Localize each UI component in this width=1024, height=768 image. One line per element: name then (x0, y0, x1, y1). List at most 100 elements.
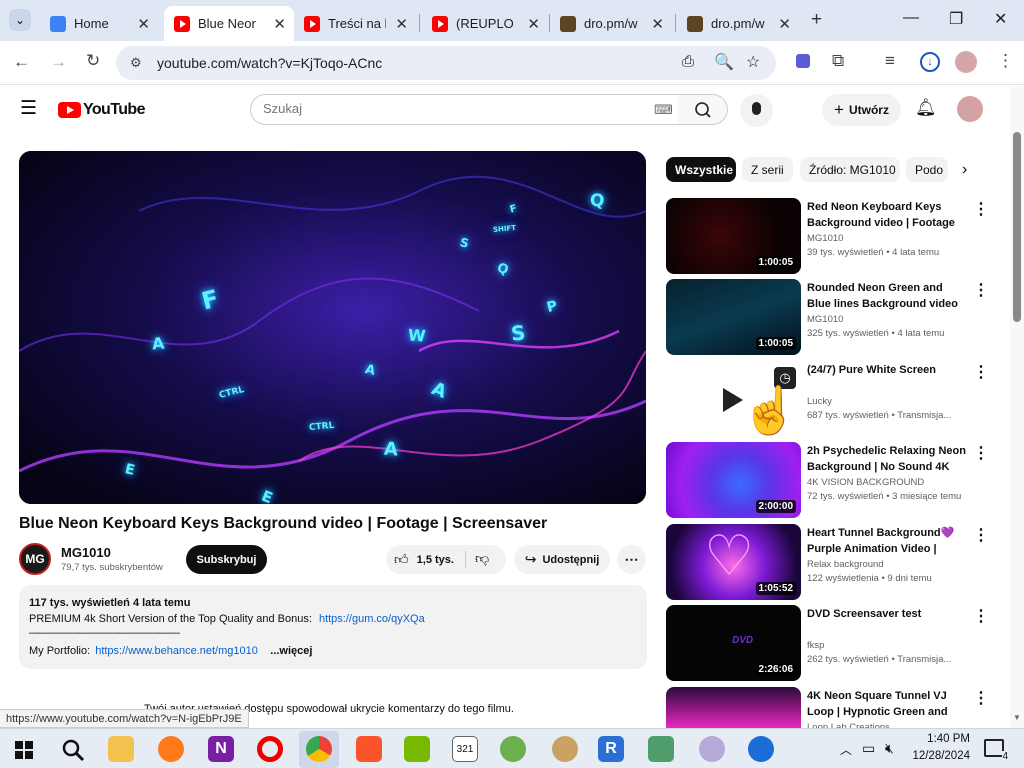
thumbs-down-icon[interactable]: 👎︎ (475, 550, 489, 567)
extensions-puzzle-icon[interactable]: ⧉ (832, 51, 844, 71)
tab-blue-neon[interactable]: Blue Neon ✕ (164, 6, 294, 41)
network-icon[interactable]: ▭ (862, 740, 875, 757)
volume-muted-icon[interactable]: 🔇︎ (885, 740, 894, 757)
tab-reupload[interactable]: (REUPLOA ✕ (422, 6, 548, 41)
brave-icon[interactable] (356, 736, 382, 762)
search-button[interactable] (678, 94, 728, 125)
file-explorer-icon[interactable] (108, 736, 134, 762)
chip-all[interactable]: Wszystkie (666, 157, 736, 182)
recommendation-item[interactable]: 1:00:05 Rounded Neon Green and Blue lines… (666, 279, 1002, 357)
notification-center-icon[interactable]: 4 (984, 739, 1008, 762)
close-tab-icon[interactable]: ✕ (778, 15, 791, 33)
more-vertical-icon[interactable]: ⋮ (973, 280, 989, 300)
recommendation-item[interactable]: DVD 2:26:06 DVD Screensaver test fksp 262 ty… (666, 605, 1002, 683)
ghost-app-icon[interactable] (699, 736, 725, 762)
recommendation-title[interactable]: 2h Psychedelic Relaxing Neon Background … (807, 443, 967, 475)
nvidia-icon[interactable] (404, 736, 430, 762)
recommendation-thumbnail[interactable]: DVD 2:26:06 (666, 605, 801, 681)
recommendation-channel[interactable]: MG1010 (807, 233, 843, 244)
recommendation-thumbnail[interactable]: 1:00:05 (666, 279, 801, 355)
chrome-icon[interactable] (306, 736, 332, 762)
address-bar[interactable]: ⚙ youtube.com/watch?v=KjToqo-ACnc ⎙ 🔍 ☆ (116, 46, 776, 80)
profile-avatar[interactable] (955, 51, 977, 73)
install-app-icon[interactable]: ⎙ (682, 53, 694, 70)
description-box[interactable]: 117 tys. wyświetleń 4 lata temu PREMIUM … (19, 585, 647, 669)
download-icon[interactable]: ↓ (920, 52, 940, 72)
keyboard-icon[interactable]: ⌨ (654, 102, 673, 118)
more-vertical-icon[interactable]: ⋮ (973, 688, 989, 708)
onenote-icon[interactable]: N (208, 736, 234, 762)
gumroad-link[interactable]: https://gum.co/qyXQa (319, 613, 425, 625)
firefox-icon[interactable] (158, 736, 184, 762)
scroll-down-arrow-icon[interactable]: ▼ (1013, 713, 1021, 722)
close-window-icon[interactable]: ✕ (994, 9, 1007, 29)
search-input[interactable] (263, 101, 643, 116)
recommendation-thumbnail[interactable]: ♡ 1:05:52 (666, 524, 801, 600)
more-vertical-icon[interactable]: ⋮ (973, 606, 989, 626)
recommendation-thumbnail[interactable]: 2:00:00 (666, 442, 801, 518)
media-controls-icon[interactable]: ≡ (885, 51, 895, 71)
zoom-icon[interactable]: 🔍 (714, 52, 734, 72)
more-vertical-icon[interactable]: ⋮ (973, 443, 989, 463)
reload-icon[interactable]: ↻ (86, 51, 100, 71)
tray-chevron-up-icon[interactable]: ︿ (840, 741, 852, 758)
more-vertical-icon[interactable]: ⋮ (973, 362, 989, 382)
tab-tresci[interactable]: Treści na k ✕ (294, 6, 416, 41)
utorrent-icon[interactable] (500, 736, 526, 762)
browser-menu-icon[interactable]: ⋮ (997, 51, 1014, 71)
recommendation-channel[interactable]: Lucky (807, 396, 832, 407)
recommendation-item[interactable]: 1:00:05 Red Neon Keyboard Keys Background… (666, 198, 1002, 276)
hamburger-menu-icon[interactable]: ☰ (20, 97, 37, 120)
recommendation-title[interactable]: 4K Neon Square Tunnel VJ Loop | Hypnotic… (807, 688, 967, 720)
recommendation-channel[interactable]: 4K VISION BACKGROUND (807, 477, 924, 488)
opera-icon[interactable] (257, 736, 283, 762)
close-tab-icon[interactable]: ✕ (137, 15, 150, 33)
like-count[interactable]: 1,5 tys. (417, 554, 454, 566)
page-scrollbar[interactable]: ▼ (1010, 86, 1024, 728)
close-tab-icon[interactable]: ✕ (395, 15, 408, 33)
chip-series[interactable]: Z serii (742, 157, 793, 182)
bookmark-star-icon[interactable]: ☆ (746, 52, 760, 72)
show-more-button[interactable]: ...więcej (270, 645, 312, 657)
recommendation-item[interactable]: 2:00:00 2h Psychedelic Relaxing Neon Back… (666, 442, 1002, 520)
create-button[interactable]: + Utwórz (822, 94, 901, 126)
back-arrow-icon[interactable]: ← (13, 52, 30, 72)
recommendation-thumbnail[interactable]: ◷ ☝ (666, 361, 801, 437)
video-player[interactable]: F A Q S Q P S W A A CTRL CTRL A E E F SHIFT (19, 151, 646, 504)
subscribe-button[interactable]: Subskrybuj (186, 545, 267, 574)
more-vertical-icon[interactable]: ⋮ (973, 525, 989, 545)
more-vertical-icon[interactable]: ⋮ (973, 199, 989, 219)
url-text[interactable]: youtube.com/watch?v=KjToqo-ACnc (157, 55, 382, 71)
channel-avatar[interactable]: MG (19, 543, 51, 575)
search-box[interactable]: ⌨ (250, 94, 679, 125)
voice-search-button[interactable] (740, 94, 773, 127)
recommendation-channel[interactable]: MG1010 (807, 314, 843, 325)
chips-next-chevron-icon[interactable]: › (962, 161, 967, 179)
remote-app-icon[interactable]: R (598, 736, 624, 762)
account-avatar[interactable] (957, 96, 983, 122)
tab-dro-pm-2[interactable]: dro.pm/w ✕ (677, 6, 799, 41)
chip-similar[interactable]: Podo (906, 157, 948, 182)
more-actions-button[interactable]: ⋯ (617, 545, 646, 574)
youtube-logo[interactable]: YouTube (58, 101, 145, 119)
portfolio-link[interactable]: https://www.behance.net/mg1010 (95, 645, 267, 657)
close-tab-icon[interactable]: ✕ (527, 15, 540, 33)
recommendation-item[interactable]: ♡ 1:05:52 Heart Tunnel Background💜 Purple … (666, 524, 1002, 602)
share-button[interactable]: ↪ Udostępnij (514, 545, 610, 574)
new-tab-plus-icon[interactable]: + (811, 9, 822, 31)
network-tool-icon[interactable] (648, 736, 674, 762)
recommendation-title[interactable]: Red Neon Keyboard Keys Background video … (807, 199, 967, 231)
calendar-app-icon[interactable]: 321 (452, 736, 478, 762)
channel-name[interactable]: MG1010 (61, 545, 111, 560)
tab-search-chevron-icon[interactable]: ⌄ (9, 9, 31, 31)
clock[interactable]: 1:40 PM 12/28/2024 (908, 731, 970, 765)
tab-home[interactable]: Home ✕ (40, 6, 158, 41)
scrollbar-thumb[interactable] (1013, 132, 1021, 322)
recommendation-channel[interactable]: fksp (807, 640, 824, 651)
chip-source[interactable]: Źródło: MG1010 (800, 157, 900, 182)
recommendation-item[interactable]: ◷ ☝ (24/7) Pure White Screen Lucky 687 tys. … (666, 361, 1002, 439)
blue-app-icon[interactable] (748, 736, 774, 762)
minimize-icon[interactable]: — (903, 9, 919, 27)
recommendation-thumbnail[interactable]: 1:00:05 (666, 198, 801, 274)
maximize-icon[interactable]: ❐ (949, 9, 963, 29)
